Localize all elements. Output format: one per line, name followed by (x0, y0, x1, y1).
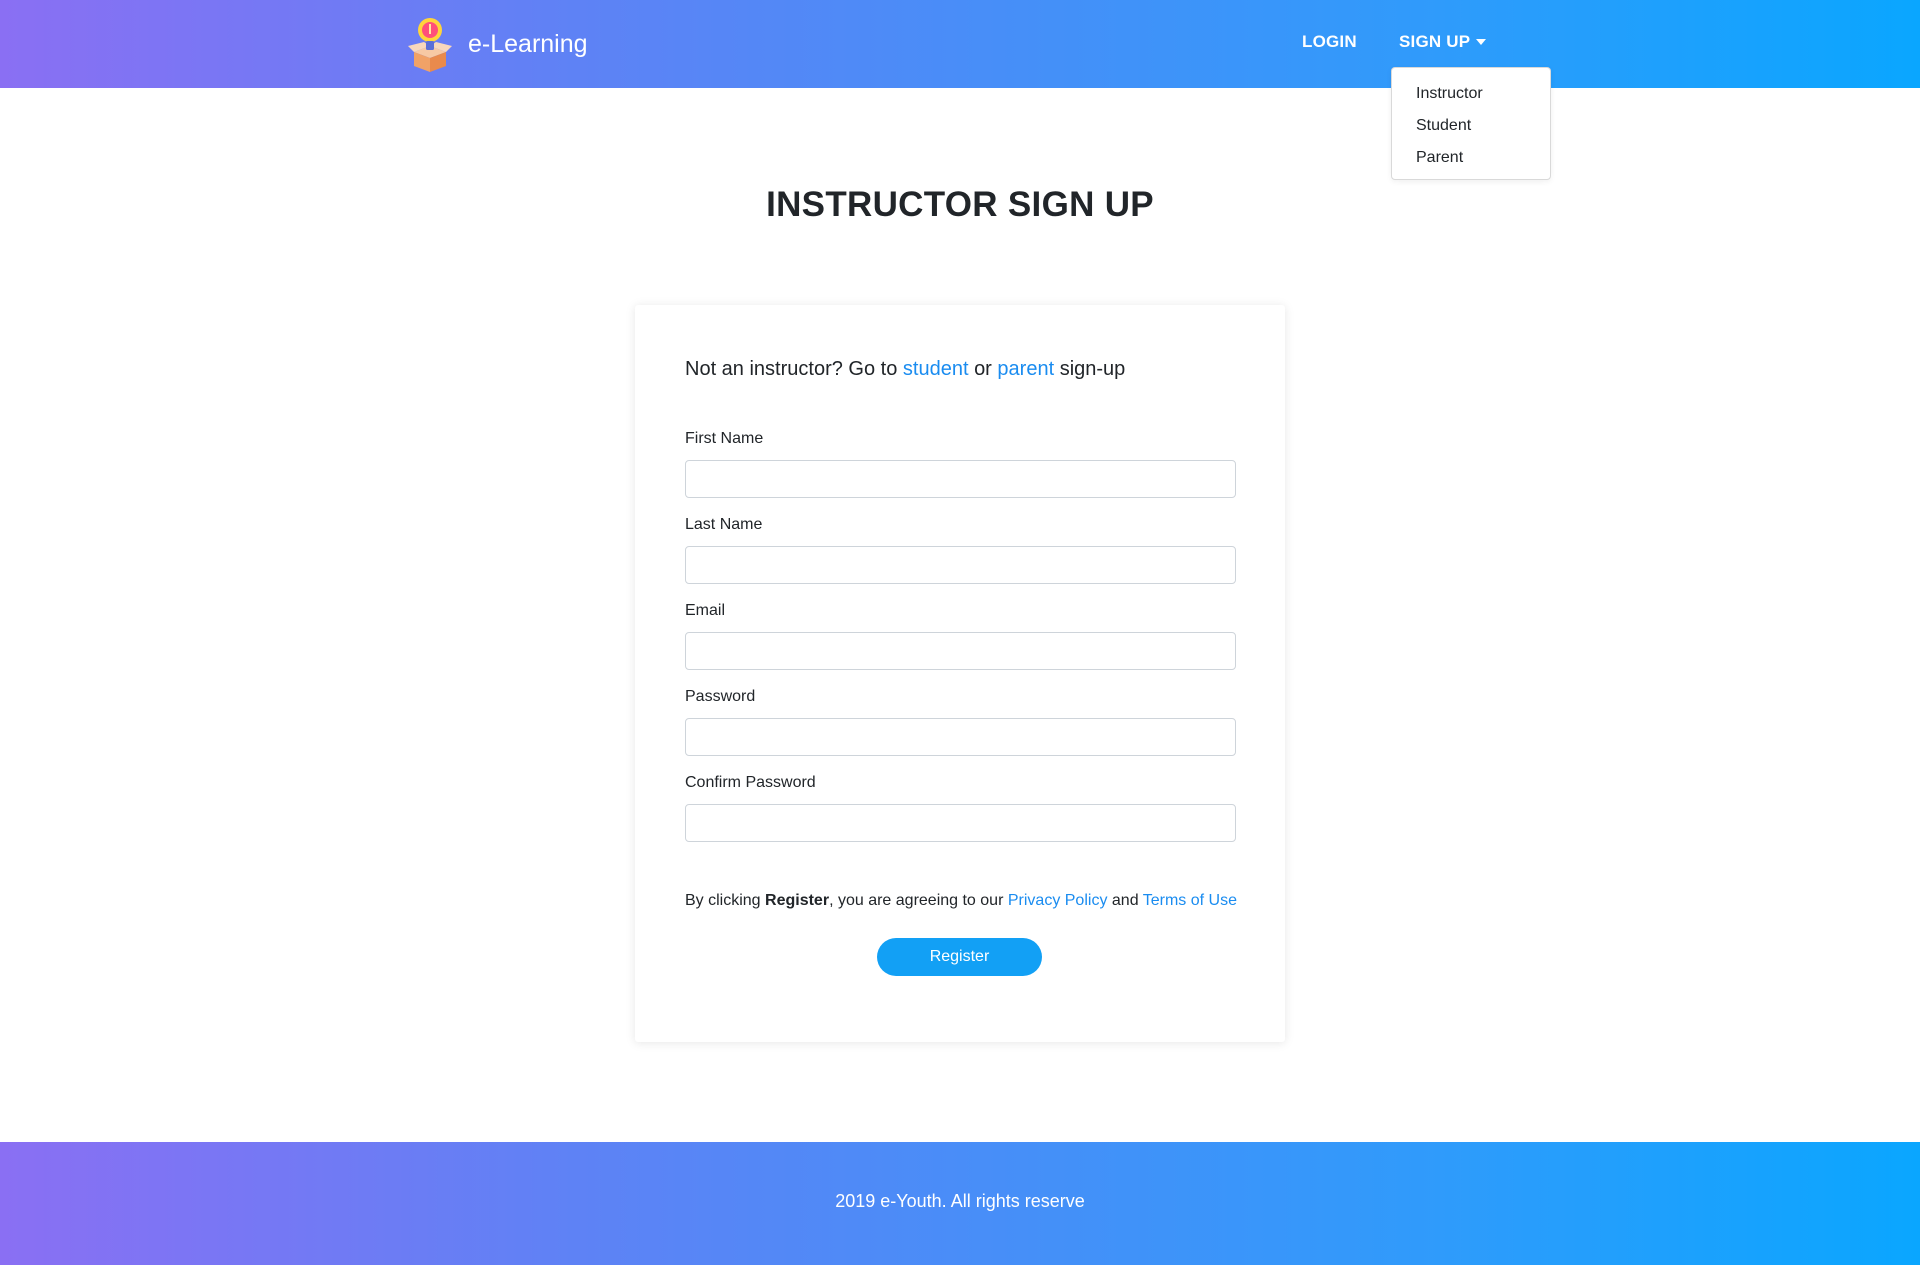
intro-prefix: Not an instructor? Go to (685, 358, 898, 380)
nav-signup-label: SIGN UP (1399, 32, 1471, 51)
terms-prefix: By clicking (685, 892, 761, 909)
first-name-label: First Name (685, 430, 764, 447)
confirm-password-input[interactable] (685, 804, 1236, 842)
navbar: e-Learning LOGIN SIGN UP (0, 0, 1920, 88)
password-label: Password (685, 688, 756, 705)
register-button[interactable]: Register (877, 938, 1042, 976)
nav-login-link[interactable]: LOGIN (1302, 32, 1357, 52)
dropdown-item-parent[interactable]: Parent (1392, 142, 1550, 174)
email-input[interactable] (685, 632, 1236, 670)
email-label: Email (685, 602, 726, 619)
dropdown-item-student[interactable]: Student (1392, 110, 1550, 142)
student-signup-link[interactable]: student (903, 358, 969, 380)
last-name-label: Last Name (685, 516, 763, 533)
signup-dropdown-menu: Instructor Student Parent (1391, 67, 1551, 180)
signup-intro: Not an instructor? Go to student or pare… (685, 358, 1125, 381)
confirm-password-label: Confirm Password (685, 774, 816, 791)
password-input[interactable] (685, 718, 1236, 756)
lightbulb-box-logo-icon (408, 18, 452, 72)
terms-of-use-link[interactable]: Terms of Use (1143, 892, 1237, 909)
first-name-input[interactable] (685, 460, 1236, 498)
brand-name: e-Learning (468, 29, 588, 58)
terms-middle: , you are agreeing to our (829, 892, 1004, 909)
terms-notice: By clicking Register, you are agreeing t… (685, 892, 1237, 910)
privacy-policy-link[interactable]: Privacy Policy (1008, 892, 1108, 909)
intro-suffix: sign-up (1059, 358, 1126, 380)
caret-down-icon (1476, 39, 1487, 45)
nav-signup-dropdown-toggle[interactable]: SIGN UP (1399, 32, 1487, 52)
intro-or: or (974, 358, 992, 380)
footer: 2019 e-Youth. All rights reserve (0, 1142, 1920, 1265)
page-title: INSTRUCTOR SIGN UP (766, 185, 1154, 224)
dropdown-item-instructor[interactable]: Instructor (1392, 78, 1550, 110)
terms-and: and (1111, 892, 1139, 909)
parent-signup-link[interactable]: parent (997, 358, 1054, 380)
terms-register-bold: Register (765, 892, 830, 909)
footer-copyright: 2019 e-Youth. All rights reserve (835, 1191, 1085, 1211)
last-name-input[interactable] (685, 546, 1236, 584)
signup-card: Not an instructor? Go to student or pare… (635, 305, 1285, 1042)
brand[interactable]: e-Learning (408, 16, 588, 72)
